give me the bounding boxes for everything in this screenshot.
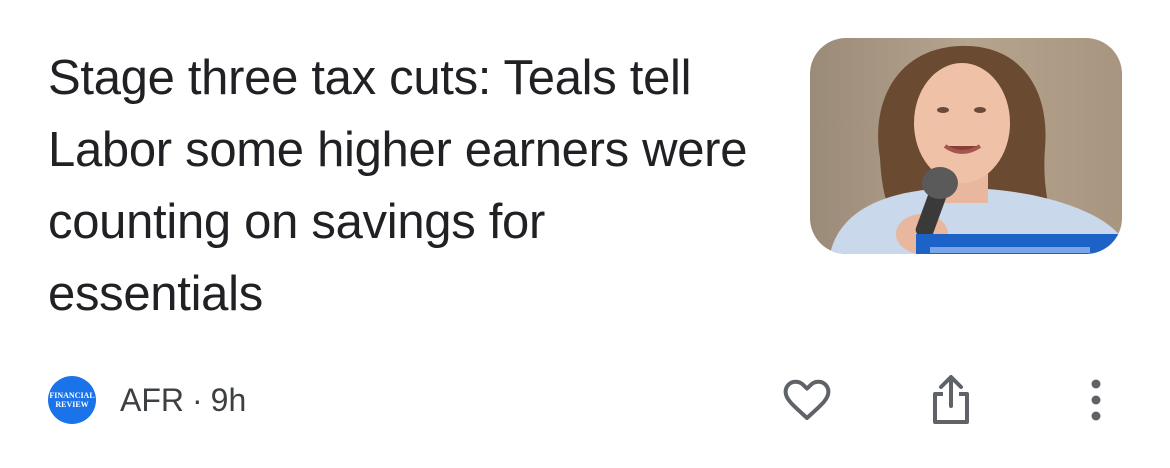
action-bar — [0, 370, 1170, 430]
article-thumbnail[interactable] — [810, 38, 1122, 254]
like-button[interactable] — [777, 370, 837, 430]
thumbnail-image — [810, 38, 1122, 254]
news-card[interactable]: Stage three tax cuts: Teals tell Labor s… — [0, 0, 1170, 468]
more-vertical-icon — [1091, 379, 1101, 421]
heart-outline-icon — [783, 379, 831, 420]
article-headline[interactable]: Stage three tax cuts: Teals tell Labor s… — [48, 42, 748, 330]
more-options-button[interactable] — [1066, 370, 1126, 430]
share-icon — [933, 375, 969, 424]
share-button[interactable] — [921, 370, 981, 430]
